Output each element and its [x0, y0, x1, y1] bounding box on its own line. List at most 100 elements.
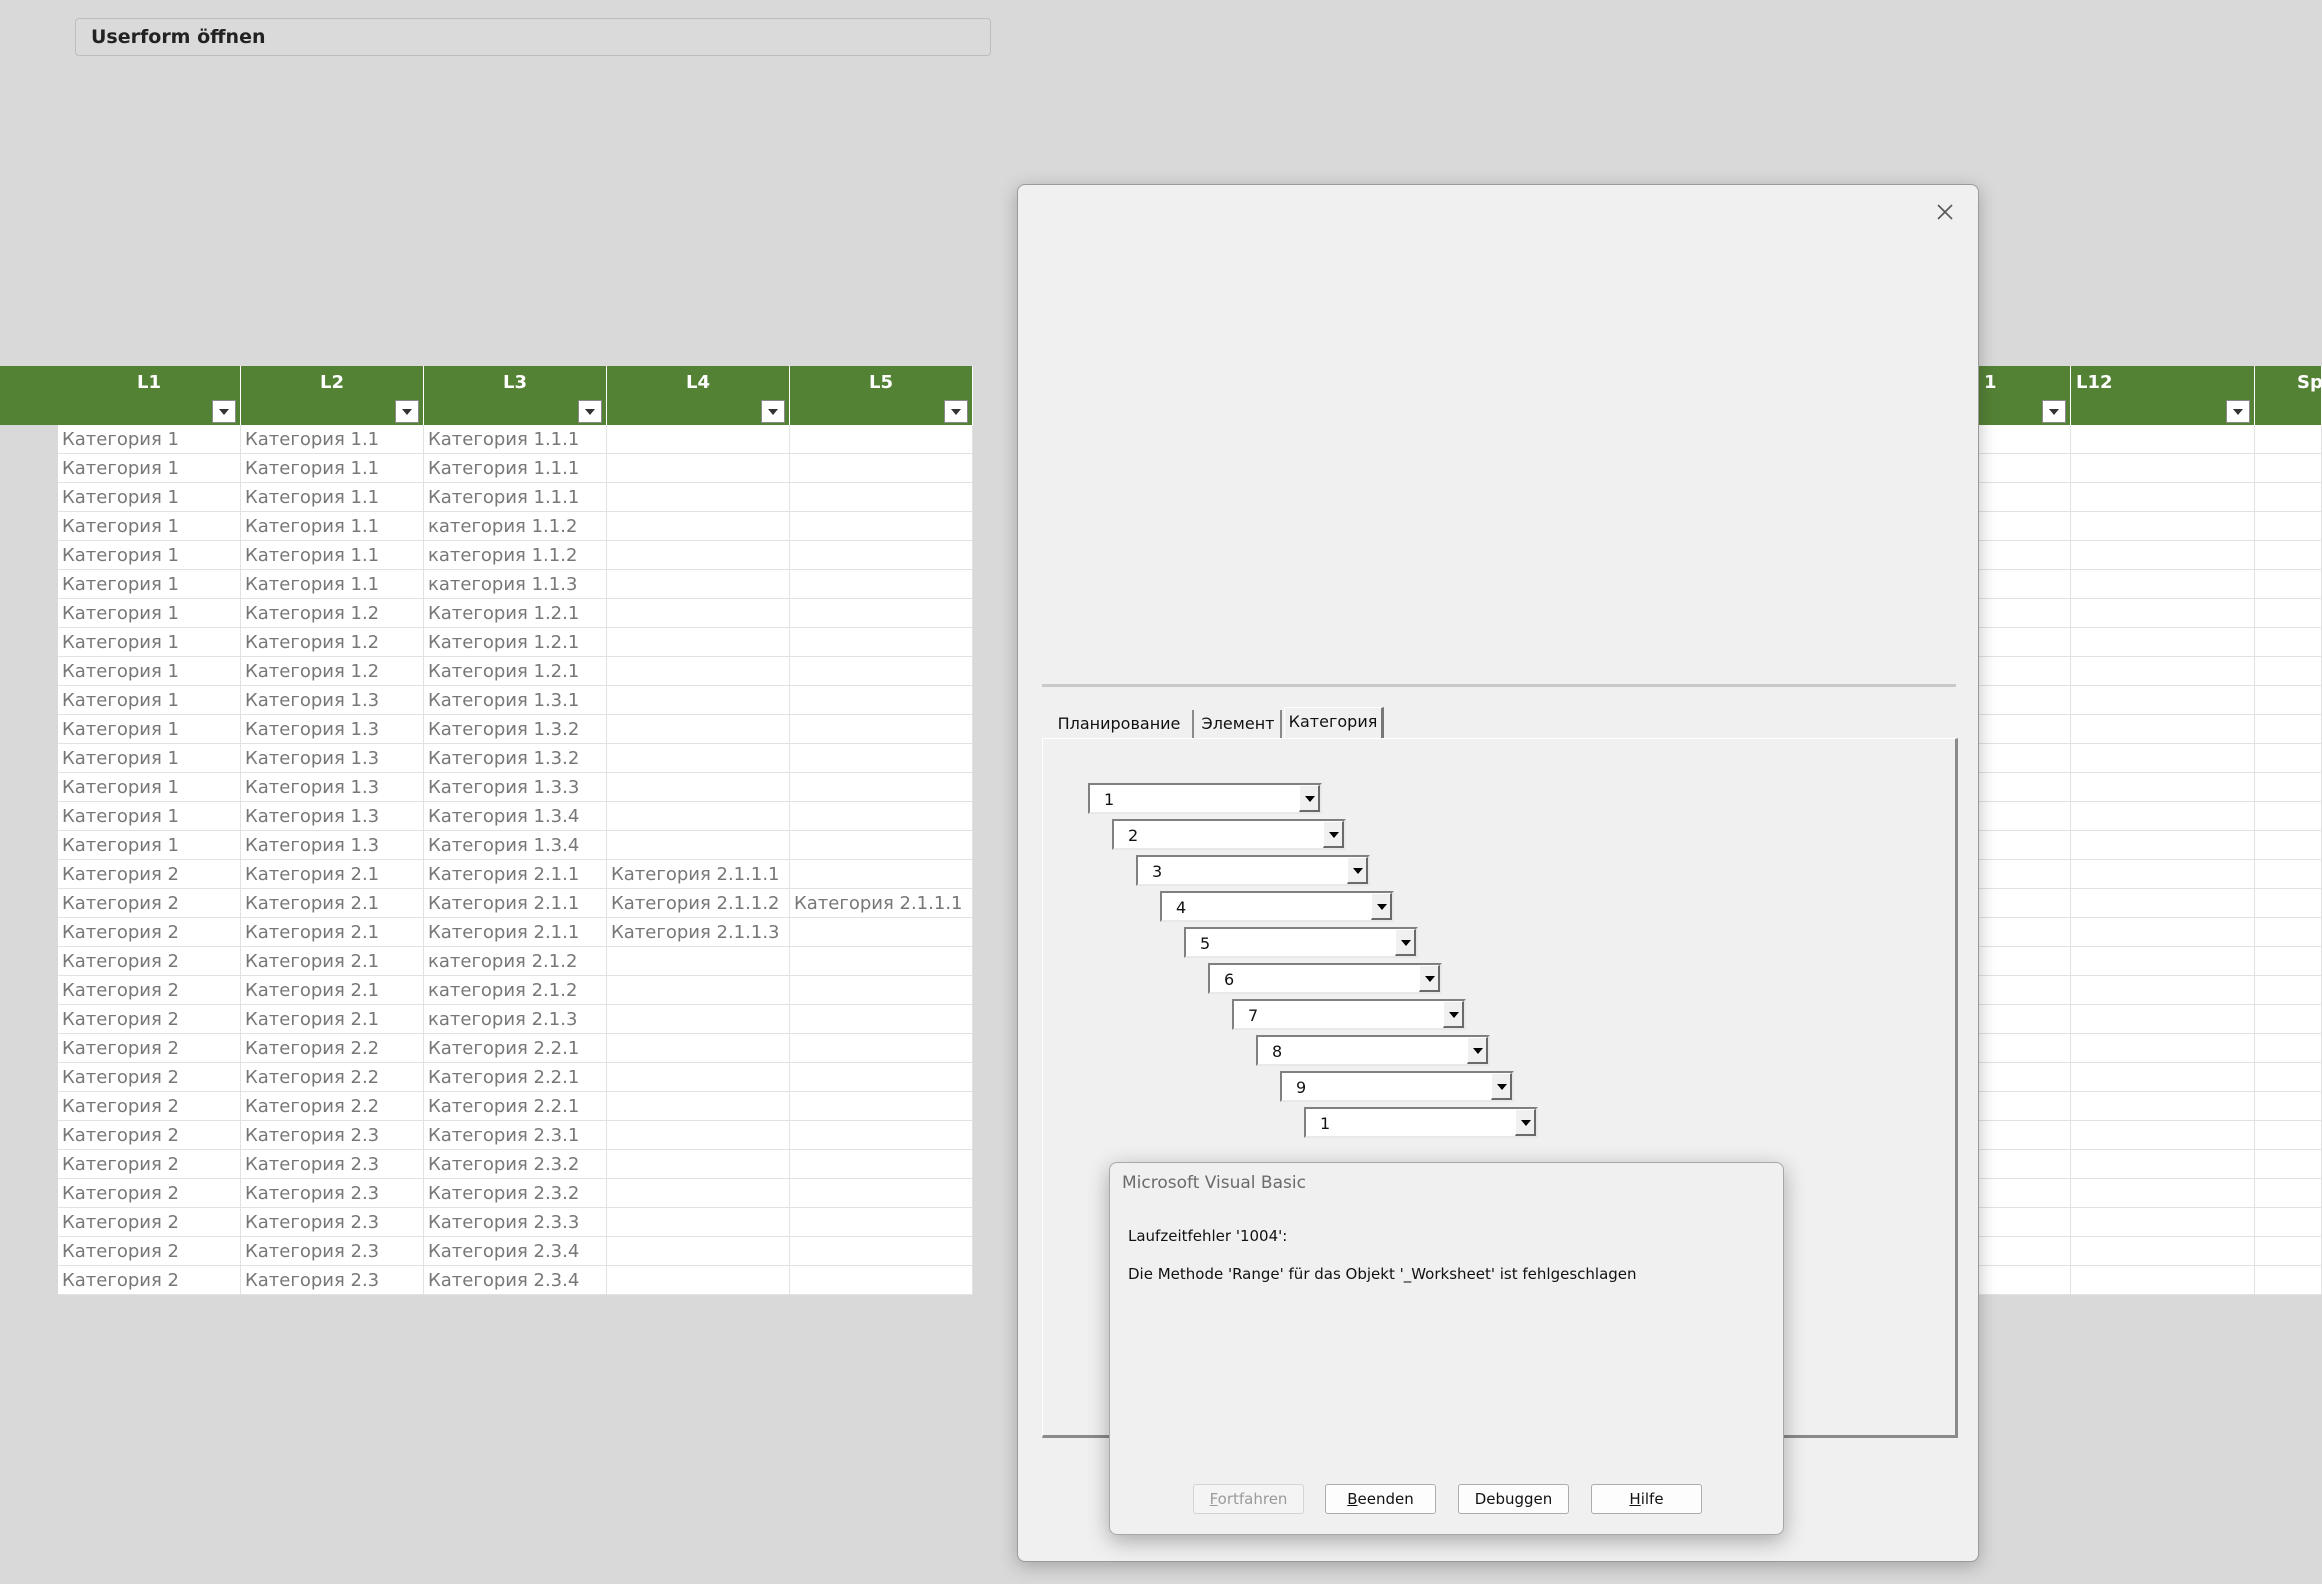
table-cell[interactable]: Категория 2.2	[241, 1092, 424, 1121]
table-cell[interactable]: Категория 1.1.1	[424, 483, 607, 512]
table-cell[interactable]	[607, 599, 790, 628]
table-cell[interactable]	[2071, 1034, 2255, 1063]
table-cell[interactable]	[790, 1208, 973, 1237]
table-cell[interactable]: Категория 2	[58, 976, 241, 1005]
chevron-down-icon[interactable]	[1491, 1073, 1512, 1100]
table-cell[interactable]	[607, 744, 790, 773]
table-cell[interactable]	[2255, 541, 2322, 570]
level-2-combobox[interactable]: 2	[1112, 819, 1346, 850]
chevron-down-icon[interactable]	[1371, 893, 1392, 920]
table-cell[interactable]	[790, 454, 973, 483]
table-cell[interactable]	[2255, 1005, 2322, 1034]
table-cell[interactable]	[1979, 541, 2071, 570]
table-cell[interactable]: Категория 1.2.1	[424, 657, 607, 686]
level-6-combobox[interactable]: 6	[1208, 963, 1442, 994]
table-cell[interactable]	[1979, 425, 2071, 454]
table-cell[interactable]	[607, 1266, 790, 1295]
table-cell[interactable]	[607, 570, 790, 599]
table-cell[interactable]: Категория 1.3	[241, 686, 424, 715]
table-cell[interactable]	[2255, 947, 2322, 976]
table-cell[interactable]	[2255, 425, 2322, 454]
table-cell[interactable]	[790, 1150, 973, 1179]
table-cell[interactable]	[790, 773, 973, 802]
table-cell[interactable]: Категория 2	[58, 1179, 241, 1208]
table-cell[interactable]	[2071, 1150, 2255, 1179]
table-cell[interactable]: Категория 2	[58, 1005, 241, 1034]
table-cell[interactable]: Категория 2.3	[241, 1208, 424, 1237]
level-3-combobox[interactable]: 3	[1136, 855, 1370, 886]
table-cell[interactable]: категория 1.1.3	[424, 570, 607, 599]
table-cell[interactable]: Категория 1.2	[241, 628, 424, 657]
table-cell[interactable]	[790, 628, 973, 657]
table-cell[interactable]: Категория 1	[58, 715, 241, 744]
table-cell[interactable]: Категория 2.1.1	[424, 889, 607, 918]
table-cell[interactable]: Категория 2.3.3	[424, 1208, 607, 1237]
table-cell[interactable]	[2255, 831, 2322, 860]
table-cell[interactable]	[607, 1179, 790, 1208]
level-9-combobox[interactable]: 9	[1280, 1071, 1514, 1102]
table-cell[interactable]: Категория 2.2.1	[424, 1034, 607, 1063]
table-cell[interactable]	[1979, 744, 2071, 773]
level-4-combobox[interactable]: 4	[1160, 891, 1394, 922]
filter-dropdown-icon[interactable]	[395, 400, 419, 423]
chevron-down-icon[interactable]	[1467, 1037, 1488, 1064]
table-cell[interactable]: Категория 1.1	[241, 483, 424, 512]
table-cell[interactable]	[1979, 802, 2071, 831]
table-cell[interactable]	[2071, 947, 2255, 976]
table-cell[interactable]: Категория 2	[58, 1237, 241, 1266]
table-cell[interactable]: Категория 1.3	[241, 773, 424, 802]
table-cell[interactable]	[790, 599, 973, 628]
table-cell[interactable]	[2071, 483, 2255, 512]
table-cell[interactable]	[790, 1063, 973, 1092]
table-cell[interactable]	[607, 1208, 790, 1237]
table-cell[interactable]	[1979, 454, 2071, 483]
table-cell[interactable]	[1979, 1150, 2071, 1179]
table-cell[interactable]	[2255, 1179, 2322, 1208]
table-cell[interactable]: Категория 2	[58, 860, 241, 889]
table-cell[interactable]	[1979, 599, 2071, 628]
table-cell[interactable]	[607, 628, 790, 657]
table-cell[interactable]: Категория 1	[58, 541, 241, 570]
table-cell[interactable]	[1979, 570, 2071, 599]
table-cell[interactable]: Категория 2.3	[241, 1266, 424, 1295]
table-cell[interactable]	[2071, 1266, 2255, 1295]
filter-dropdown-icon[interactable]	[944, 400, 968, 423]
table-cell[interactable]	[790, 918, 973, 947]
table-cell[interactable]	[2255, 570, 2322, 599]
table-cell[interactable]	[2071, 541, 2255, 570]
table-cell[interactable]	[1979, 1121, 2071, 1150]
table-cell[interactable]	[1979, 686, 2071, 715]
table-cell[interactable]: Категория 2.1.1.1	[607, 860, 790, 889]
table-cell[interactable]	[790, 512, 973, 541]
end-button[interactable]: Beenden	[1325, 1484, 1436, 1514]
table-cell[interactable]	[1979, 918, 2071, 947]
chevron-down-icon[interactable]	[1323, 821, 1344, 848]
table-cell[interactable]	[2255, 744, 2322, 773]
table-cell[interactable]	[1979, 1179, 2071, 1208]
table-cell[interactable]: Категория 1.3.2	[424, 744, 607, 773]
table-cell[interactable]: категория 1.1.2	[424, 512, 607, 541]
table-cell[interactable]	[790, 425, 973, 454]
table-cell[interactable]: Категория 2.1.1	[424, 918, 607, 947]
table-cell[interactable]	[2255, 860, 2322, 889]
table-cell[interactable]: Категория 1	[58, 483, 241, 512]
table-cell[interactable]	[790, 483, 973, 512]
table-cell[interactable]	[1979, 947, 2071, 976]
table-cell[interactable]: Категория 1.3.4	[424, 802, 607, 831]
table-cell[interactable]	[2255, 454, 2322, 483]
table-cell[interactable]	[2071, 715, 2255, 744]
help-button[interactable]: Hilfe	[1591, 1484, 1702, 1514]
table-cell[interactable]	[2071, 599, 2255, 628]
table-cell[interactable]	[790, 570, 973, 599]
table-cell[interactable]	[607, 976, 790, 1005]
table-cell[interactable]: Категория 2.1	[241, 976, 424, 1005]
filter-dropdown-icon[interactable]	[2042, 400, 2066, 423]
table-cell[interactable]	[2255, 918, 2322, 947]
table-cell[interactable]	[607, 541, 790, 570]
table-cell[interactable]	[2071, 1005, 2255, 1034]
table-cell[interactable]: Категория 2.1	[241, 918, 424, 947]
table-cell[interactable]	[2255, 1150, 2322, 1179]
table-cell[interactable]	[2071, 744, 2255, 773]
level-5-combobox[interactable]: 5	[1184, 927, 1418, 958]
filter-dropdown-icon[interactable]	[2226, 400, 2250, 423]
